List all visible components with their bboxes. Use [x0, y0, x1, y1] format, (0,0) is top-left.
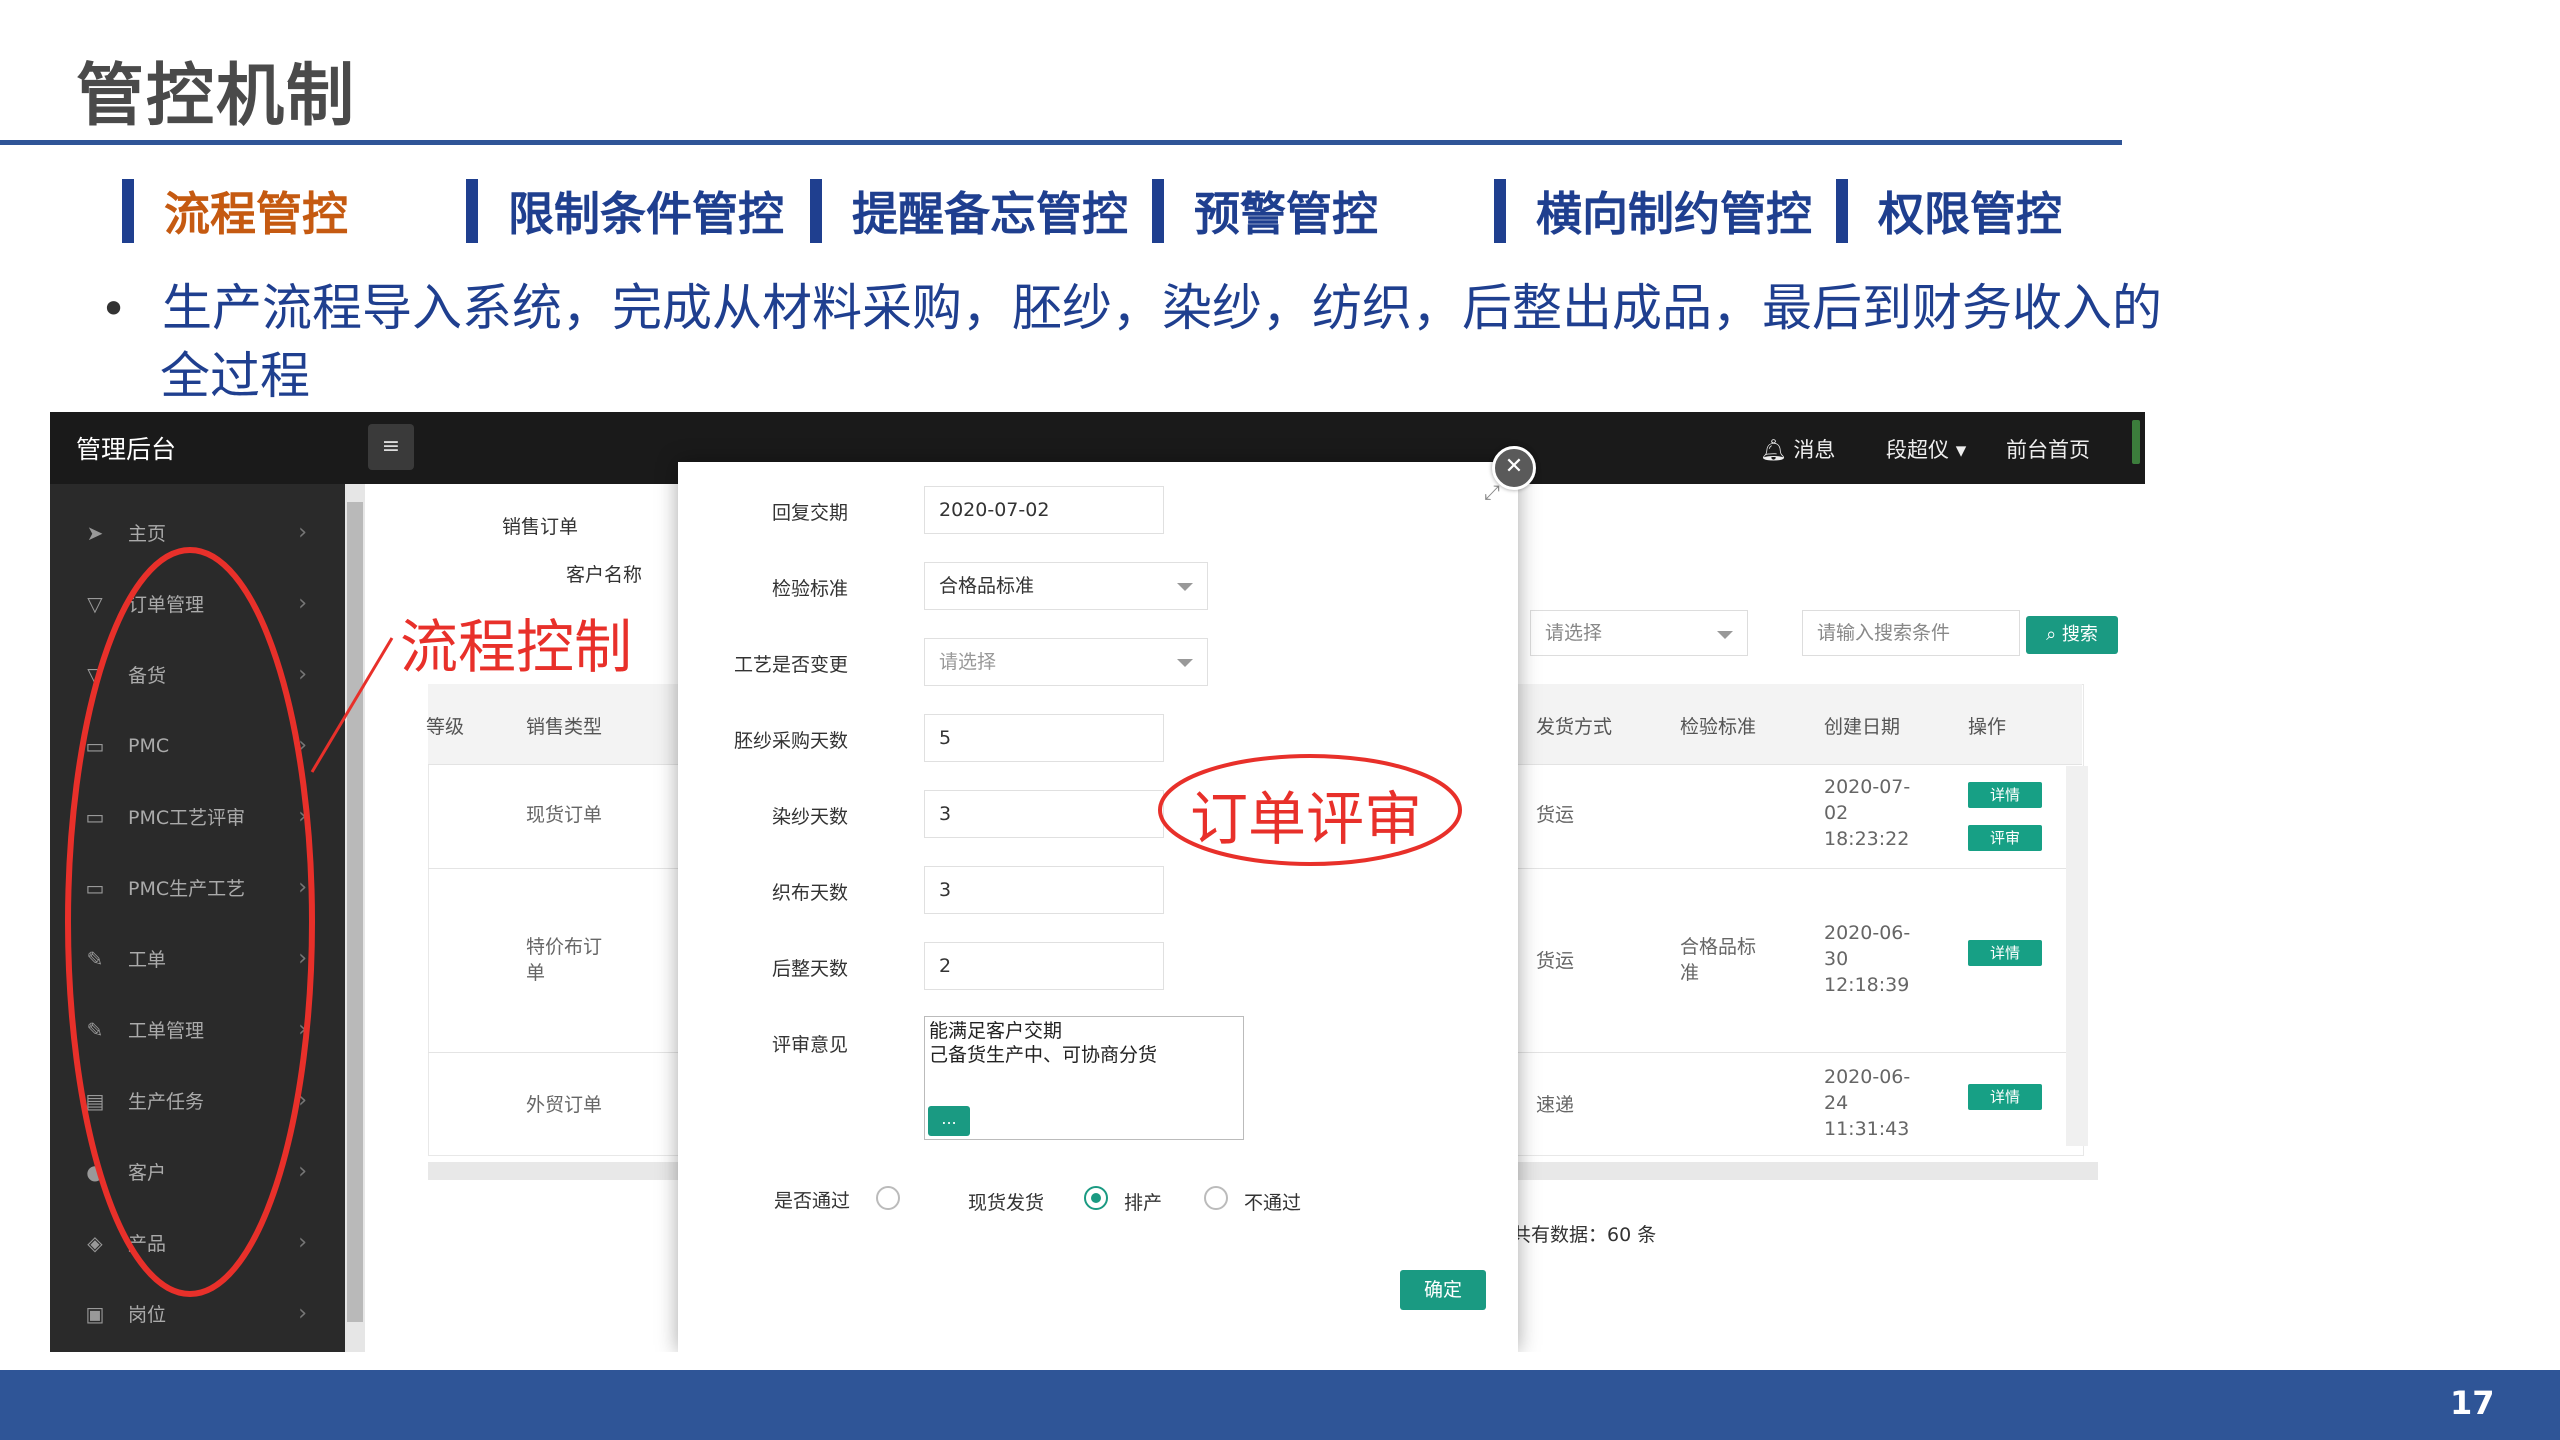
- process-control-annotation: 流程控制: [400, 613, 633, 681]
- annotation-overlay: [65, 547, 1462, 1297]
- page-number: 17: [2450, 1384, 2495, 1422]
- sidebar-highlight-ellipse: [65, 547, 315, 1297]
- annotation-pointer-line: [310, 637, 394, 773]
- slide-footer: [0, 1370, 2560, 1440]
- order-review-annotation: 订单评审: [1190, 785, 1423, 853]
